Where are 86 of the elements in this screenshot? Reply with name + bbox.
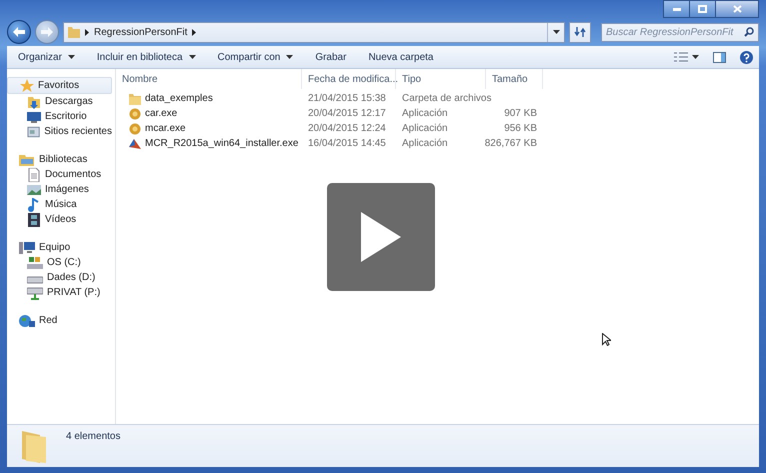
close-icon <box>732 5 742 13</box>
table-cell: 826,767 KB <box>484 138 537 149</box>
chevron-icon <box>192 28 196 36</box>
table-cell: Aplicación <box>402 138 448 149</box>
file-name[interactable]: data_exemples <box>116 91 302 106</box>
back-arrow-icon <box>13 27 25 37</box>
network-drive-icon <box>27 286 43 300</box>
toolbar-button[interactable]: Compartir con <box>208 50 304 64</box>
table-cell: 16/04/2015 14:45 <box>308 138 386 149</box>
arrows-icon <box>574 27 586 37</box>
file-name[interactable]: MCR_R2015a_win64_installer.exe <box>116 136 302 151</box>
pane-icon <box>713 52 726 62</box>
view-options-button[interactable] <box>674 52 699 62</box>
caret-icon <box>188 55 196 59</box>
forward-button[interactable] <box>35 20 59 44</box>
back-button[interactable] <box>7 20 31 44</box>
picture-icon <box>27 182 41 196</box>
play-icon <box>361 212 401 262</box>
sidebar-item[interactable]: Favoritos <box>7 77 112 94</box>
column-header[interactable]: Fecha de modifica... <box>302 69 396 89</box>
sidebar-item[interactable]: Red <box>7 313 112 328</box>
minimize-icon <box>672 8 680 10</box>
globe-icon <box>19 314 35 328</box>
refresh-button[interactable] <box>569 22 591 42</box>
table-cell: 956 KB <box>504 123 537 134</box>
star-icon <box>20 78 34 92</box>
column-header[interactable]: Nombre <box>116 69 302 89</box>
list-view-icon <box>674 52 688 62</box>
chevron-icon <box>85 28 89 36</box>
search-icon <box>744 27 754 37</box>
search-field[interactable]: Buscar RegressionPersonFit <box>601 22 759 42</box>
breadcrumb[interactable]: RegressionPersonFit <box>94 26 188 38</box>
table-cell: Aplicación <box>402 123 448 134</box>
maximize-button[interactable] <box>689 0 716 18</box>
table-cell: 907 KB <box>504 108 537 119</box>
sidebar-item[interactable]: Equipo <box>7 240 112 255</box>
computer-icon <box>19 240 35 254</box>
sidebar-item[interactable]: Vídeos <box>7 212 112 227</box>
folder-icon <box>68 26 80 38</box>
help-icon <box>740 50 753 64</box>
film-icon <box>27 212 41 226</box>
sidebar-item[interactable]: Escritorio <box>7 109 112 124</box>
caret-icon <box>68 55 75 59</box>
help-button[interactable] <box>740 50 753 64</box>
sidebar-item[interactable]: PRIVAT (P:) <box>7 285 112 300</box>
sidebar-item[interactable]: Imágenes <box>7 182 112 197</box>
table-cell: 20/04/2015 12:17 <box>308 108 386 119</box>
address-bar[interactable]: RegressionPersonFit <box>63 22 565 42</box>
sidebar-item[interactable]: Sitios recientes <box>7 124 112 139</box>
column-header[interactable]: Tamaño <box>486 69 543 89</box>
close-button[interactable] <box>715 0 759 18</box>
sidebar-item[interactable]: Documentos <box>7 167 112 182</box>
caret-icon <box>552 30 560 34</box>
column-header[interactable]: Tipo <box>396 69 486 89</box>
table-cell: Carpeta de archivos <box>402 93 492 104</box>
window-icon <box>27 124 40 138</box>
cursor-icon <box>602 333 611 346</box>
sidebar-item[interactable]: Música <box>7 197 112 212</box>
file-name[interactable]: car.exe <box>116 106 302 121</box>
maximize-icon <box>698 5 707 13</box>
caret-icon <box>692 55 699 59</box>
folder-icon <box>129 92 141 104</box>
sidebar-item[interactable]: OS (C:) <box>7 255 112 270</box>
toolbar-button[interactable]: Incluir en biblioteca <box>86 50 206 64</box>
sidebar-item[interactable]: Bibliotecas <box>7 152 112 167</box>
minimize-button[interactable] <box>663 0 690 18</box>
table-cell: Aplicación <box>402 108 448 119</box>
play-button[interactable] <box>327 183 435 291</box>
sidebar-item[interactable]: Dades (D:) <box>7 270 112 285</box>
caret-icon <box>286 55 294 59</box>
toolbar-button[interactable]: Organizar <box>13 50 85 64</box>
monitor-icon <box>27 110 41 124</box>
folder-icon <box>19 152 35 166</box>
toolbar-button[interactable]: Grabar <box>305 50 356 64</box>
preview-pane-button[interactable] <box>713 52 726 62</box>
item-count: 4 elementos <box>66 431 120 442</box>
sidebar-item[interactable]: Descargas <box>7 94 112 109</box>
folder-icon <box>27 94 41 108</box>
table-cell: 20/04/2015 12:24 <box>308 123 386 134</box>
forward-arrow-icon <box>41 27 53 37</box>
document-icon <box>27 168 41 182</box>
file-name[interactable]: mcar.exe <box>116 121 302 136</box>
music-note-icon <box>27 198 41 212</box>
toolbar-button[interactable]: Nueva carpeta <box>358 50 444 64</box>
table-cell: 21/04/2015 15:38 <box>308 93 386 104</box>
drive-icon <box>27 256 43 270</box>
